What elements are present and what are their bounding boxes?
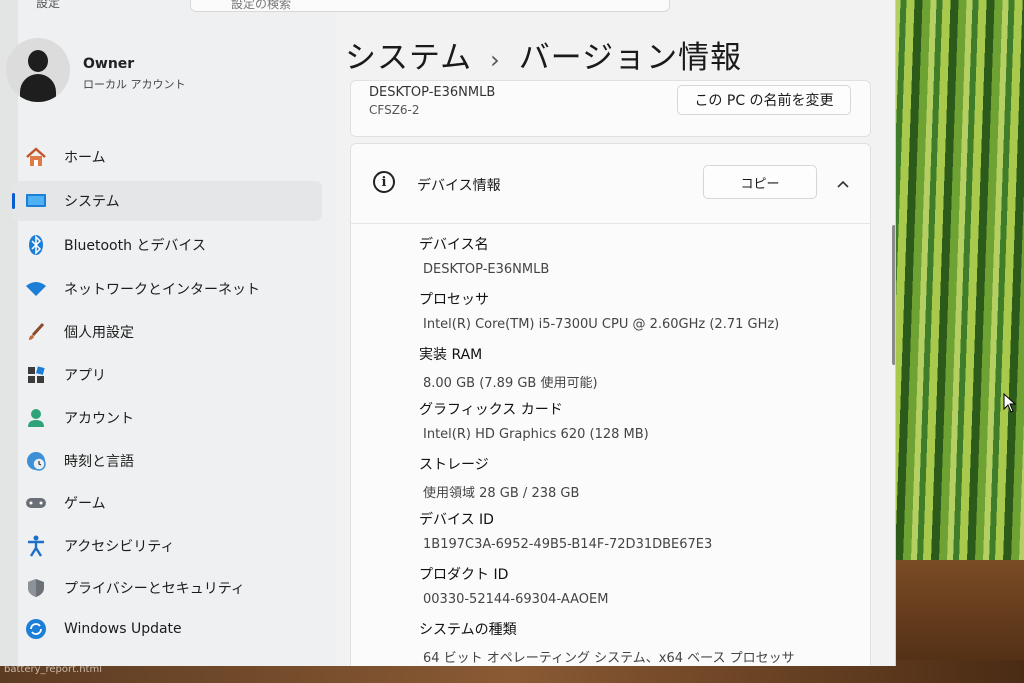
- gamepad-icon: [22, 491, 50, 515]
- search-input[interactable]: 設定の検索: [190, 0, 670, 12]
- spec-row: グラフィックス カード Intel(R) HD Graphics 620 (12…: [419, 399, 859, 454]
- sidebar-item-system[interactable]: システム: [12, 181, 322, 221]
- spec-row: デバイス名 DESKTOP-E36NMLB: [419, 234, 859, 289]
- spec-label: デバイス名: [419, 237, 489, 253]
- system-icon: [22, 189, 50, 213]
- home-icon: [22, 145, 50, 169]
- content-scrollbar[interactable]: [892, 225, 895, 365]
- info-icon: i: [373, 171, 395, 193]
- sidebar-item-label: Windows Update: [64, 621, 182, 637]
- spec-value: 1B197C3A-6952-49B5-B14F-72D31DBE67E3: [423, 537, 713, 552]
- spec-row: システムの種類 64 ビット オペレーティング システム、x64 ベース プロセ…: [419, 619, 859, 666]
- sidebar-item-label: ネットワークとインターネット: [64, 282, 260, 298]
- pc-model: CFSZ6-2: [369, 103, 420, 117]
- user-name: Owner: [83, 56, 135, 72]
- spec-label: プロダクト ID: [419, 567, 509, 583]
- spec-label: システムの種類: [419, 622, 517, 638]
- settings-window: 設定 ⌕ 設定の検索 Owner ローカル アカウント ホーム システム Blu…: [0, 0, 896, 666]
- sidebar-item-home[interactable]: ホーム: [12, 137, 322, 177]
- sidebar-item-label: システム: [64, 194, 120, 210]
- avatar-head: [28, 50, 48, 72]
- device-info-card: i デバイス情報 コピー デバイス名 DESKTOP-E36NMLB プロセッサ…: [350, 143, 871, 666]
- spec-row: 実装 RAM 8.00 GB (7.89 GB 使用可能): [419, 344, 859, 399]
- brush-icon: [22, 320, 50, 344]
- spec-value: 8.00 GB (7.89 GB 使用可能): [423, 376, 598, 391]
- spec-label: ストレージ: [419, 457, 489, 473]
- chevron-up-icon[interactable]: [833, 174, 853, 194]
- spec-value: DESKTOP-E36NMLB: [423, 262, 550, 277]
- sidebar-item-accessibility[interactable]: アクセシビリティ: [12, 526, 322, 566]
- sidebar-item-bluetooth[interactable]: Bluetooth とデバイス: [12, 225, 322, 265]
- spec-value: 64 ビット オペレーティング システム、x64 ベース プロセッサ: [423, 651, 795, 666]
- apps-icon: [22, 363, 50, 387]
- spec-label: プロセッサ: [419, 292, 489, 308]
- spec-row: ストレージ 使用領域 28 GB / 238 GB: [419, 454, 859, 509]
- spec-value: Intel(R) HD Graphics 620 (128 MB): [423, 427, 649, 442]
- sidebar-item-label: 個人用設定: [64, 325, 134, 341]
- bluetooth-icon: [22, 233, 50, 257]
- avatar[interactable]: [6, 38, 70, 102]
- sidebar-item-label: Bluetooth とデバイス: [64, 238, 206, 254]
- sidebar-item-label: アクセシビリティ: [64, 539, 175, 555]
- spec-label: 実装 RAM: [419, 347, 483, 363]
- spec-list: デバイス名 DESKTOP-E36NMLB プロセッサ Intel(R) Cor…: [419, 234, 859, 666]
- sidebar-item-label: プライバシーとセキュリティ: [64, 581, 245, 597]
- spec-row: デバイス ID 1B197C3A-6952-49B5-B14F-72D31DBE…: [419, 509, 859, 564]
- copy-button[interactable]: コピー: [703, 165, 817, 199]
- sidebar-item-label: ホーム: [64, 150, 106, 166]
- sidebar-item-windows-update[interactable]: Windows Update: [12, 609, 322, 649]
- spec-label: デバイス ID: [419, 512, 494, 528]
- app-title: 設定: [36, 0, 61, 10]
- pc-name: DESKTOP-E36NMLB: [369, 85, 496, 100]
- mouse-cursor-icon: [1003, 393, 1017, 413]
- sidebar-item-label: アプリ: [64, 368, 106, 384]
- accessibility-icon: [22, 534, 50, 558]
- avatar-body: [20, 74, 56, 102]
- spec-label: グラフィックス カード: [419, 402, 563, 418]
- sidebar-item-gaming[interactable]: ゲーム: [12, 483, 322, 523]
- sidebar-item-personalization[interactable]: 個人用設定: [12, 312, 322, 352]
- active-indicator: [12, 193, 15, 209]
- sidebar-item-privacy[interactable]: プライバシーとセキュリティ: [12, 568, 322, 608]
- update-icon: [22, 617, 50, 641]
- spec-row: プロセッサ Intel(R) Core(TM) i5-7300U CPU @ 2…: [419, 289, 859, 344]
- sidebar-item-network[interactable]: ネットワークとインターネット: [12, 269, 322, 309]
- sidebar-item-label: ゲーム: [64, 496, 106, 512]
- spec-value: 使用領域 28 GB / 238 GB: [423, 486, 580, 501]
- rename-pc-button[interactable]: この PC の名前を変更: [677, 85, 851, 115]
- device-info-header[interactable]: i デバイス情報 コピー: [351, 144, 870, 224]
- breadcrumb-parent[interactable]: システム: [345, 40, 472, 76]
- account-icon: [22, 406, 50, 430]
- breadcrumb-separator: ›: [490, 46, 501, 74]
- sidebar-item-label: 時刻と言語: [64, 454, 134, 470]
- sidebar-item-time-language[interactable]: 時刻と言語: [12, 441, 322, 481]
- sidebar-item-accounts[interactable]: アカウント: [12, 398, 322, 438]
- device-info-title: デバイス情報: [417, 178, 501, 194]
- sidebar-item-apps[interactable]: アプリ: [12, 355, 322, 395]
- page-title: バージョン情報: [518, 40, 743, 76]
- user-account-type: ローカル アカウント: [83, 78, 186, 91]
- spec-value: Intel(R) Core(TM) i5-7300U CPU @ 2.60GHz…: [423, 317, 780, 332]
- spec-value: 00330-52144-69304-AAOEM: [423, 592, 609, 607]
- wifi-icon: [22, 277, 50, 301]
- globe-clock-icon: [22, 449, 50, 473]
- spec-row: プロダクト ID 00330-52144-69304-AAOEM: [419, 564, 859, 619]
- shield-icon: [22, 576, 50, 600]
- sidebar-item-label: アカウント: [64, 411, 134, 427]
- breadcrumb: システム › バージョン情報: [345, 32, 742, 77]
- pc-name-card: DESKTOP-E36NMLB CFSZ6-2 この PC の名前を変更: [350, 80, 871, 137]
